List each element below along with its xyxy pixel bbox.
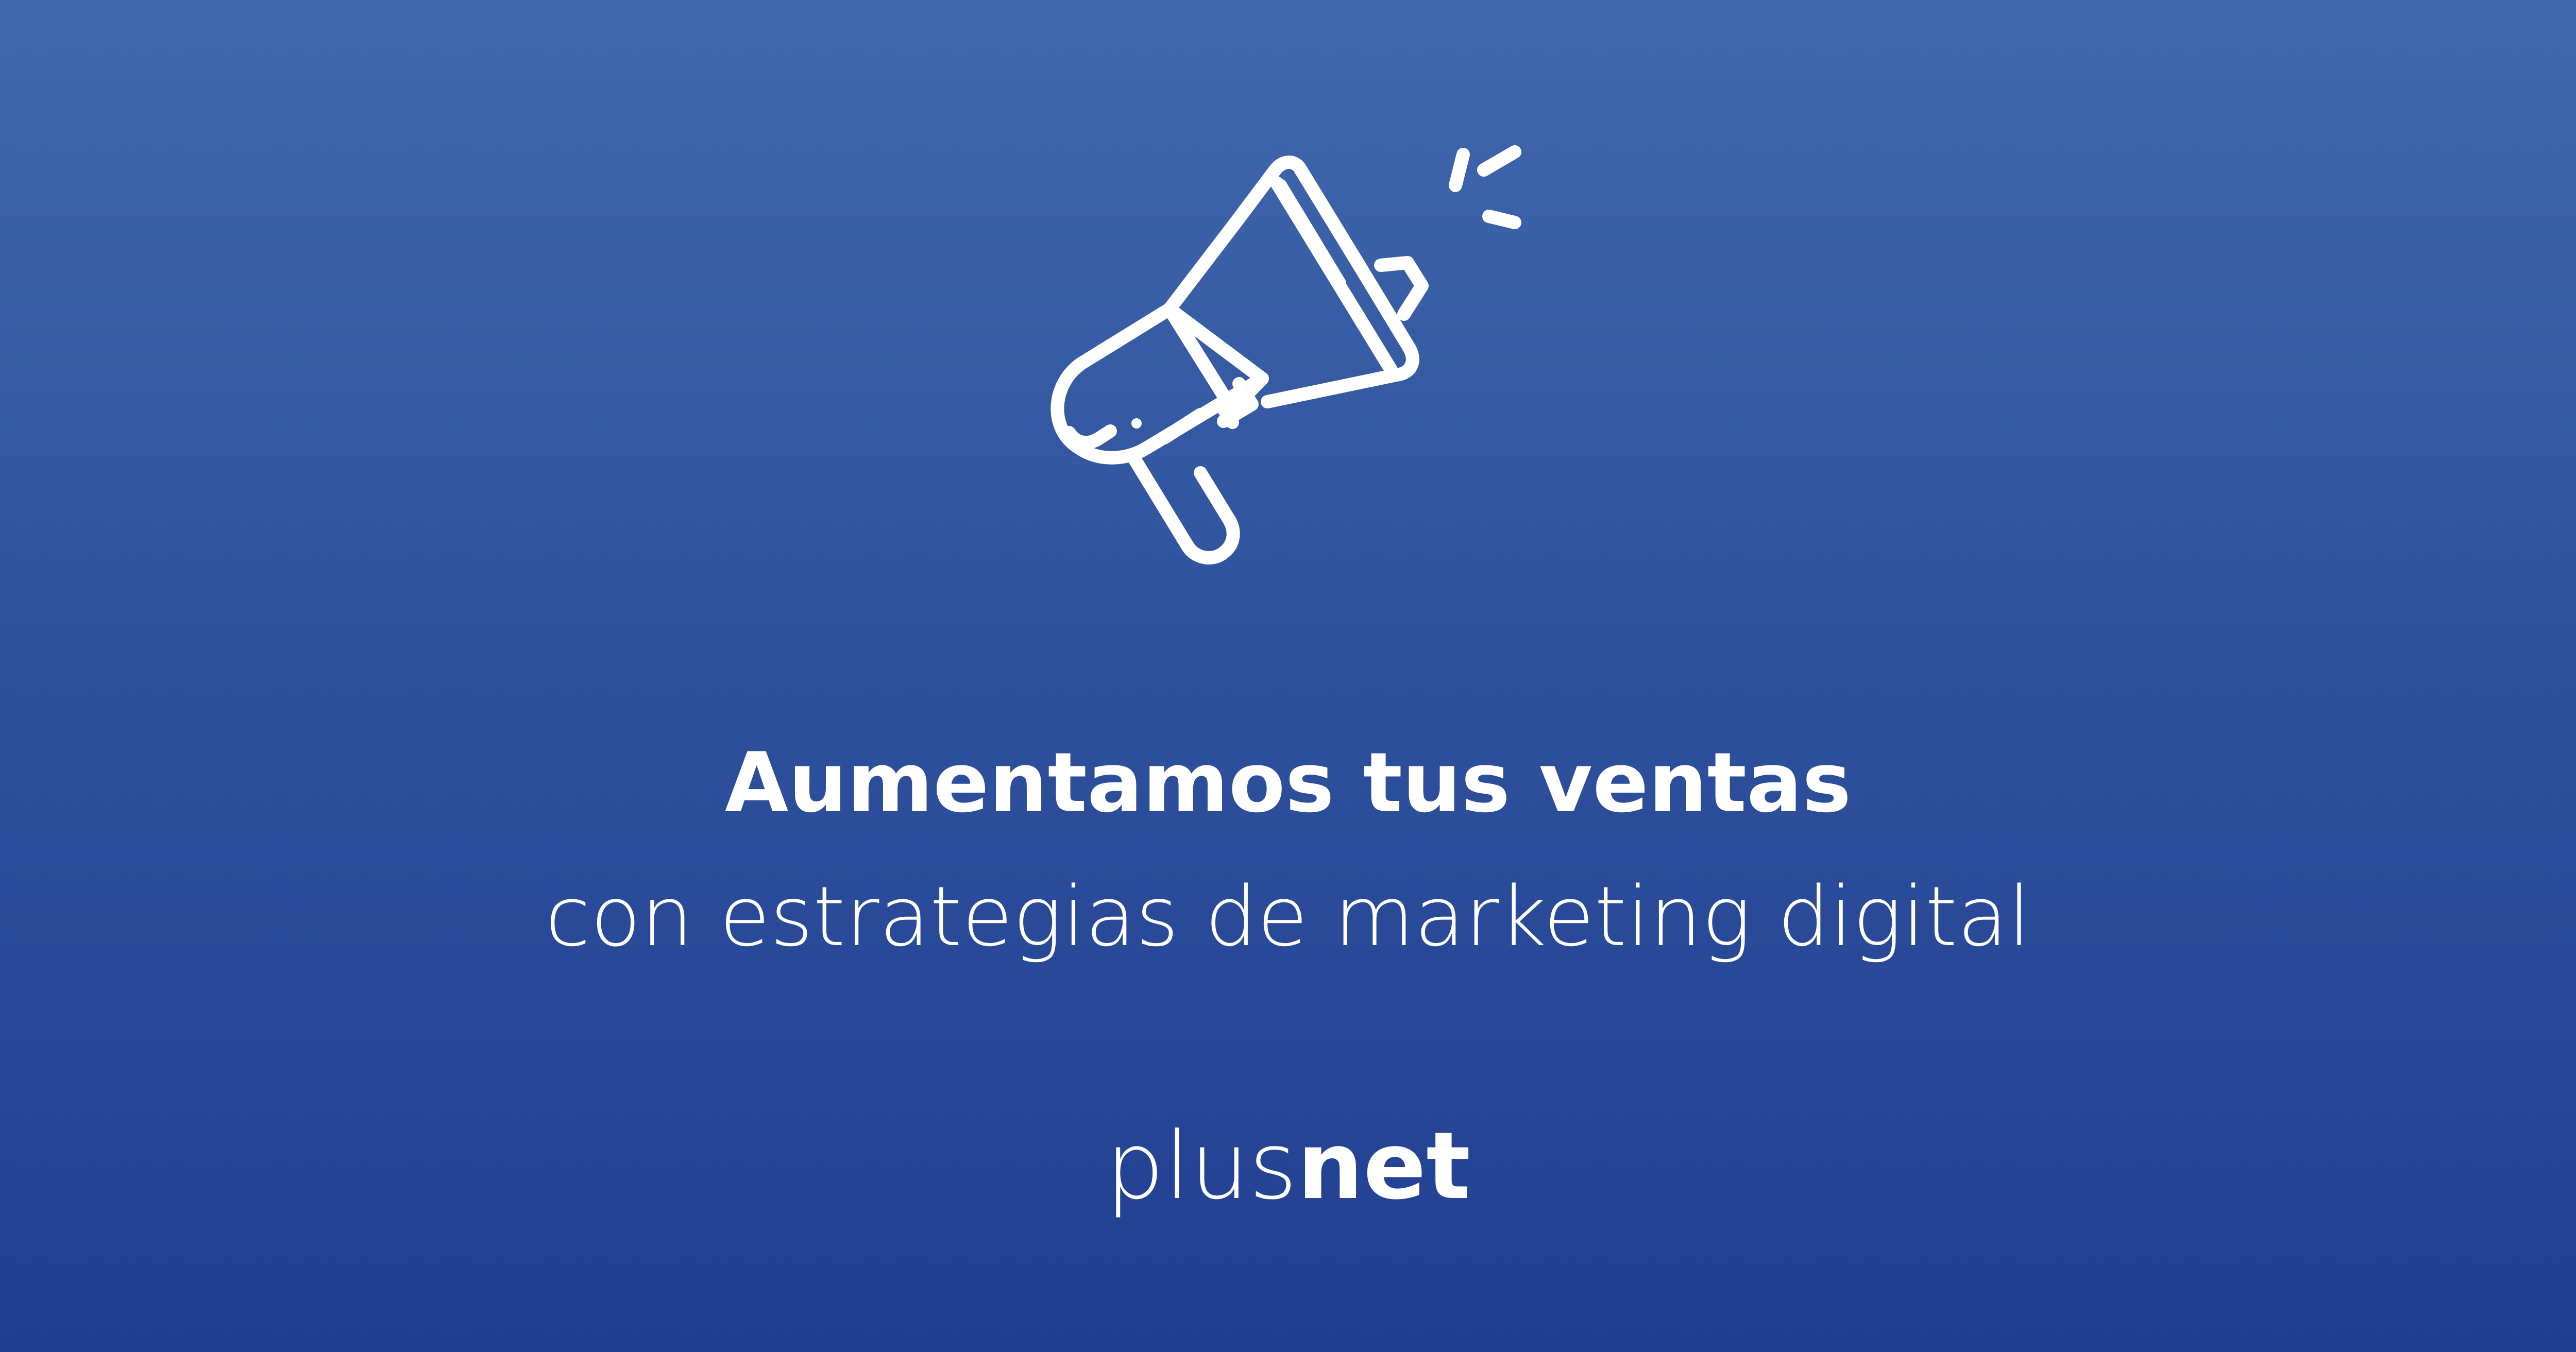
megaphone-icon [1020,88,1607,644]
brand-logo: plusnet [0,1120,2576,1213]
brand-logo-plus: plus [1105,1113,1297,1220]
hero-banner: Aumentamos tus ventas con estrategias de… [0,0,2576,1352]
brand-logo-net: net [1297,1113,1471,1220]
subheadline: con estrategias de marketing digital [545,868,2031,965]
headline: Aumentamos tus ventas [724,734,1852,831]
